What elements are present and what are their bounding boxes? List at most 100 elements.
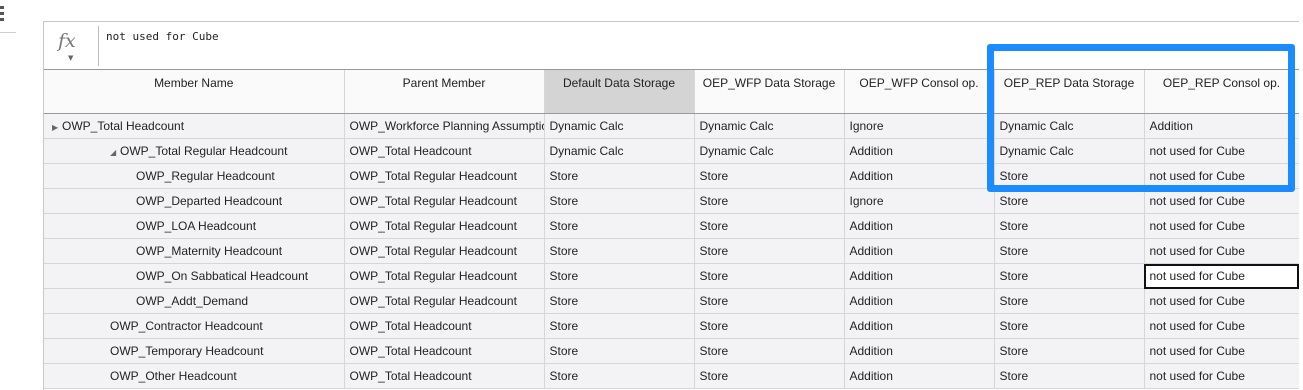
rep-consol-cell[interactable]: not used for Cube (1144, 338, 1299, 364)
wfp-storage-cell[interactable]: Store (694, 288, 845, 314)
default-storage-cell[interactable]: Store (544, 163, 695, 189)
rep-storage-cell[interactable]: Store (994, 263, 1145, 289)
rep-consol-cell[interactable]: not used for Cube (1144, 363, 1299, 389)
drag-handle-icon[interactable] (0, 6, 4, 22)
default-storage-cell[interactable]: Store (544, 213, 695, 239)
expand-triangle-icon[interactable]: ▶ (52, 123, 62, 132)
rep-consol-cell[interactable]: not used for Cube (1144, 238, 1299, 264)
rep-consol-cell[interactable]: not used for Cube (1144, 163, 1299, 189)
member-name-cell[interactable]: ◢ OWP_Total Regular Headcount (44, 138, 345, 164)
column-header-oep-wfp-data-storage[interactable]: OEP_WFP Data Storage (694, 70, 845, 114)
wfp-consol-cell[interactable]: Ignore (844, 188, 995, 214)
wfp-consol-cell[interactable]: Ignore (844, 113, 995, 139)
wfp-consol-cell[interactable]: Addition (844, 338, 995, 364)
parent-member-cell[interactable]: OWP_Total Headcount (344, 138, 545, 164)
member-name-label: OWP_Temporary Headcount (110, 344, 264, 358)
parent-member-cell[interactable]: OWP_Total Regular Headcount (344, 213, 545, 239)
rep-storage-cell[interactable]: Dynamic Calc (994, 113, 1145, 139)
default-storage-cell[interactable]: Store (544, 313, 695, 339)
parent-member-cell[interactable]: OWP_Total Regular Headcount (344, 288, 545, 314)
column-header-parent-member[interactable]: Parent Member (344, 70, 545, 114)
rep-consol-cell[interactable]: not used for Cube (1144, 313, 1299, 339)
rep-consol-cell[interactable]: not used for Cube (1144, 138, 1299, 164)
wfp-storage-cell[interactable]: Store (694, 363, 845, 389)
column-header-oep-rep-consol-op[interactable]: OEP_REP Consol op. (1144, 70, 1299, 114)
parent-member-cell[interactable]: OWP_Total Headcount (344, 338, 545, 364)
member-name-label: OWP_Departed Headcount (136, 194, 283, 208)
parent-member-cell[interactable]: OWP_Total Regular Headcount (344, 163, 545, 189)
default-storage-cell[interactable]: Store (544, 363, 695, 389)
member-name-label: OWP_Maternity Headcount (136, 244, 283, 258)
rep-storage-cell[interactable]: Store (994, 238, 1145, 264)
member-name-cell[interactable]: OWP_Departed Headcount (44, 188, 345, 214)
member-name-cell[interactable]: OWP_On Sabbatical Headcount (44, 263, 345, 289)
wfp-consol-cell[interactable]: Addition (844, 263, 995, 289)
wfp-consol-cell[interactable]: Addition (844, 163, 995, 189)
rep-consol-cell[interactable]: Addition (1144, 113, 1299, 139)
member-name-cell[interactable]: OWP_Contractor Headcount (44, 313, 345, 339)
member-name-cell[interactable]: OWP_Addt_Demand (44, 288, 345, 314)
wfp-consol-cell[interactable]: Addition (844, 138, 995, 164)
rep-storage-cell[interactable]: Store (994, 188, 1145, 214)
wfp-consol-cell[interactable]: Addition (844, 213, 995, 239)
rep-storage-cell[interactable]: Store (994, 213, 1145, 239)
wfp-consol-cell[interactable]: Addition (844, 288, 995, 314)
wfp-storage-cell[interactable]: Store (694, 213, 845, 239)
member-name-cell[interactable]: OWP_Other Headcount (44, 363, 345, 389)
column-header-member-name[interactable]: Member Name (44, 70, 345, 114)
wfp-storage-cell[interactable]: Store (694, 313, 845, 339)
column-header-oep-rep-data-storage[interactable]: OEP_REP Data Storage (994, 70, 1145, 114)
member-name-label: OWP_Total Headcount (62, 119, 185, 133)
collapse-triangle-icon[interactable]: ◢ (110, 148, 120, 157)
rep-storage-cell[interactable]: Store (994, 338, 1145, 364)
divider (0, 32, 16, 33)
divider (98, 26, 99, 66)
rep-consol-cell[interactable]: not used for Cube (1144, 213, 1299, 239)
parent-member-cell[interactable]: OWP_Total Headcount (344, 313, 545, 339)
wfp-storage-cell[interactable]: Dynamic Calc (694, 138, 845, 164)
member-name-cell[interactable]: OWP_Maternity Headcount (44, 238, 345, 264)
parent-member-cell[interactable]: OWP_Total Regular Headcount (344, 238, 545, 264)
formula-bar: fx ▼ not used for Cube (44, 22, 1299, 70)
parent-member-cell[interactable]: OWP_Total Regular Headcount (344, 263, 545, 289)
table-row: OWP_Other Headcount OWP_Total Headcount St… (44, 363, 1299, 389)
fx-icon[interactable]: fx ▼ (58, 30, 86, 62)
wfp-storage-cell[interactable]: Store (694, 263, 845, 289)
default-storage-cell[interactable]: Dynamic Calc (544, 138, 695, 164)
rep-storage-cell[interactable]: Store (994, 313, 1145, 339)
rep-storage-cell[interactable]: Store (994, 288, 1145, 314)
default-storage-cell[interactable]: Store (544, 288, 695, 314)
wfp-storage-cell[interactable]: Store (694, 188, 845, 214)
parent-member-cell[interactable]: OWP_Total Regular Headcount (344, 188, 545, 214)
column-header-default-data-storage[interactable]: Default Data Storage (544, 70, 695, 114)
wfp-storage-cell[interactable]: Store (694, 338, 845, 364)
default-storage-cell[interactable]: Store (544, 238, 695, 264)
header-row: Member Name Parent Member Default Data S… (44, 70, 1299, 114)
parent-member-cell[interactable]: OWP_Total Headcount (344, 363, 545, 389)
member-table: Member Name Parent Member Default Data S… (44, 70, 1299, 389)
wfp-storage-cell[interactable]: Dynamic Calc (694, 113, 845, 139)
column-header-oep-wfp-consol-op[interactable]: OEP_WFP Consol op. (844, 70, 995, 114)
rep-consol-cell[interactable]: not used for Cube (1144, 188, 1299, 214)
member-name-cell[interactable]: OWP_Temporary Headcount (44, 338, 345, 364)
default-storage-cell[interactable]: Store (544, 188, 695, 214)
rep-storage-cell[interactable]: Dynamic Calc (994, 138, 1145, 164)
default-storage-cell[interactable]: Dynamic Calc (544, 113, 695, 139)
member-name-cell[interactable]: ▶ OWP_Total Headcount (44, 113, 345, 139)
member-name-cell[interactable]: OWP_Regular Headcount (44, 163, 345, 189)
member-name-label: OWP_Addt_Demand (136, 294, 249, 308)
wfp-storage-cell[interactable]: Store (694, 238, 845, 264)
wfp-consol-cell[interactable]: Addition (844, 238, 995, 264)
wfp-consol-cell[interactable]: Addition (844, 313, 995, 339)
member-name-cell[interactable]: OWP_LOA Headcount (44, 213, 345, 239)
rep-consol-cell[interactable]: not used for Cube (1144, 263, 1299, 289)
formula-value[interactable]: not used for Cube (106, 30, 219, 43)
rep-storage-cell[interactable]: Store (994, 163, 1145, 189)
default-storage-cell[interactable]: Store (544, 338, 695, 364)
default-storage-cell[interactable]: Store (544, 263, 695, 289)
rep-storage-cell[interactable]: Store (994, 363, 1145, 389)
rep-consol-cell[interactable]: not used for Cube (1144, 288, 1299, 314)
wfp-consol-cell[interactable]: Addition (844, 363, 995, 389)
parent-member-cell[interactable]: OWP_Workforce Planning Assumptions (344, 113, 545, 139)
wfp-storage-cell[interactable]: Store (694, 163, 845, 189)
